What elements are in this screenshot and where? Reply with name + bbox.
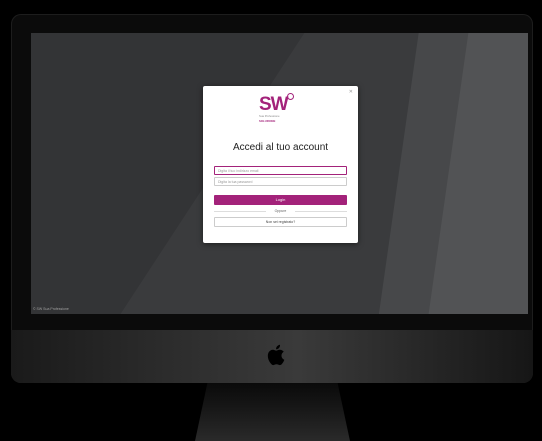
login-button[interactable]: Login [214, 195, 347, 205]
register-button[interactable]: Non sei registrato? [214, 217, 347, 227]
apple-logo-icon [267, 344, 285, 366]
page-title: Accedi al tuo account [232, 142, 329, 153]
logo-mark: SW [259, 94, 289, 115]
close-icon[interactable]: ✕ [349, 89, 353, 95]
screen-footer-text: © SW Sua Professione [33, 307, 69, 311]
logo-circle-icon [287, 93, 294, 100]
divider-line [214, 211, 266, 212]
or-divider: Oppure [214, 208, 347, 214]
or-label: Oppure [274, 209, 287, 213]
divider-line [295, 211, 347, 212]
email-field[interactable]: Digita il tuo indirizzo email [214, 166, 347, 175]
login-dialog: ✕ SW Sua Professione SOLUZIONE Accedi al… [203, 86, 358, 243]
monitor-stand [195, 383, 350, 441]
brand-logo: SW Sua Professione SOLUZIONE [259, 93, 303, 123]
logo-tagline-secondary: SOLUZIONE [259, 119, 276, 123]
password-field[interactable]: Digita la tua password [214, 177, 347, 186]
logo-tagline: Sua Professione [259, 114, 280, 118]
